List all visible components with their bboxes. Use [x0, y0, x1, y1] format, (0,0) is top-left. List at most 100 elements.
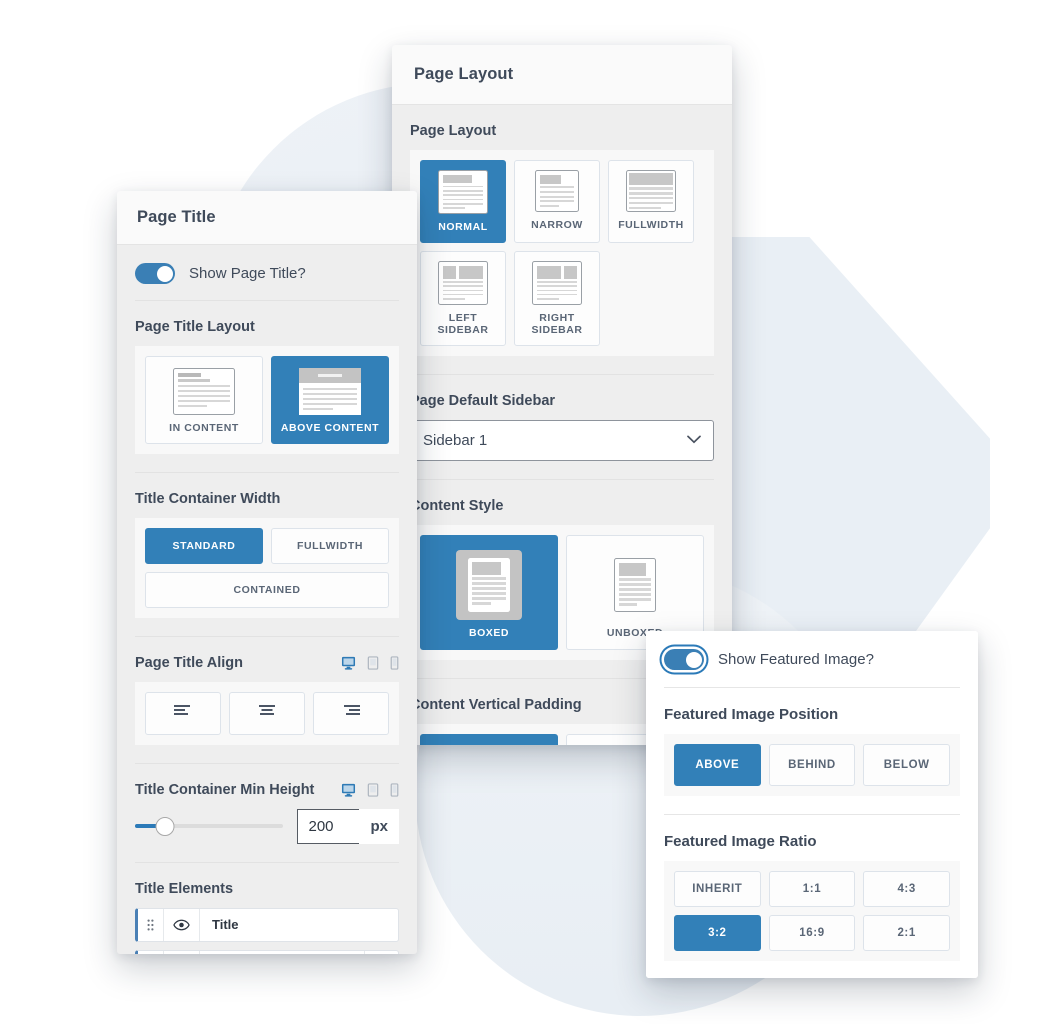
layout-option-normal-label: NORMAL — [438, 221, 488, 233]
eye-visible-icon[interactable] — [164, 908, 200, 941]
min-height-input[interactable] — [297, 808, 360, 844]
layout-option-fullwidth-label: FULLWIDTH — [618, 219, 684, 231]
page-title-panel-body: Show Page Title? Page Title Layout IN CO… — [117, 245, 417, 954]
page-title-align-group — [135, 681, 399, 745]
featured-position-behind-button[interactable]: BEHIND — [768, 744, 856, 786]
field-label-content-style: Content Style — [410, 497, 504, 514]
featured-image-position-group: ABOVE BEHIND BELOW — [664, 734, 960, 796]
title-layout-option-in-content-label: IN CONTENT — [169, 422, 239, 434]
min-height-number-box: px — [297, 808, 399, 844]
ratio-2-1-button[interactable]: 2:1 — [863, 915, 950, 951]
field-title-elements: Title Elements Title — [135, 863, 399, 954]
show-featured-image-label: Show Featured Image? — [718, 651, 874, 668]
field-label-title-container-width: Title Container Width — [135, 490, 281, 507]
mobile-icon[interactable] — [390, 782, 399, 797]
page-default-sidebar-select[interactable]: Sidebar 1 — [410, 419, 714, 461]
align-center-button[interactable] — [229, 691, 305, 735]
layout-left-sidebar-icon — [438, 260, 488, 305]
min-height-slider[interactable] — [135, 816, 284, 836]
featured-image-panel: Show Featured Image? Featured Image Posi… — [646, 631, 978, 978]
layout-option-narrow-label: NARROW — [531, 219, 583, 231]
min-height-device-switcher — [341, 782, 399, 797]
list-item[interactable]: Breadcrumb — [135, 949, 399, 954]
container-width-standard-button[interactable]: STANDARD — [145, 527, 263, 564]
mobile-icon[interactable] — [390, 655, 399, 670]
title-layout-option-in-content[interactable]: IN CONTENT — [145, 356, 263, 444]
field-page-title-layout: Page Title Layout IN CONTENT ABOVE CONTE… — [135, 301, 399, 473]
field-label-featured-image-ratio: Featured Image Ratio — [664, 833, 817, 850]
layout-option-right-sidebar[interactable]: RIGHT SIDEBAR — [514, 250, 600, 346]
align-right-icon — [341, 704, 361, 723]
layout-option-narrow[interactable]: NARROW — [514, 160, 600, 243]
align-left-button[interactable] — [145, 691, 221, 735]
tablet-icon[interactable] — [367, 782, 379, 797]
field-page-title-align: Page Title Align — [135, 637, 399, 764]
page-title-panel: Page Title Show Page Title? Page Title L… — [117, 191, 417, 954]
toggle-knob — [685, 651, 702, 668]
chevron-down-icon[interactable] — [364, 950, 398, 954]
list-item-label: Title — [212, 917, 239, 933]
list-item[interactable]: Title — [135, 907, 399, 942]
container-width-fullwidth-button[interactable]: FULLWIDTH — [271, 527, 389, 564]
page-title-layout-chooser: IN CONTENT ABOVE CONTENT — [135, 346, 399, 454]
layout-option-normal[interactable]: NORMAL — [420, 160, 506, 243]
content-style-option-boxed-label: BOXED — [468, 626, 510, 639]
field-title-container-width: Title Container Width STANDARD FULLWIDTH… — [135, 473, 399, 637]
show-featured-image-row: Show Featured Image? — [664, 631, 960, 688]
show-page-title-toggle[interactable] — [135, 263, 175, 284]
min-height-unit: px — [359, 808, 399, 844]
min-height-control-row: px — [135, 808, 399, 844]
slider-thumb[interactable] — [155, 816, 175, 836]
show-featured-image-toggle[interactable] — [664, 649, 704, 670]
featured-position-above-button[interactable]: ABOVE — [674, 744, 761, 786]
eye-hidden-icon[interactable] — [164, 950, 200, 954]
content-boxed-icon — [456, 549, 522, 620]
featured-position-below-button[interactable]: BELOW — [863, 744, 951, 786]
title-above-content-icon — [299, 368, 361, 415]
featured-image-ratio-group: INHERIT 1:1 4:3 3:2 16:9 2:1 — [664, 861, 960, 961]
align-left-icon — [173, 704, 193, 723]
page-title-align-device-switcher — [341, 655, 399, 670]
field-label-featured-image-position: Featured Image Position — [664, 706, 839, 723]
drag-handle-icon[interactable] — [138, 950, 164, 954]
layout-fullwidth-icon — [626, 170, 676, 212]
ratio-1-1-button[interactable]: 1:1 — [768, 871, 856, 907]
ratio-inherit-button[interactable]: INHERIT — [674, 871, 761, 907]
field-title-container-min-height: Title Container Min Height 200 px — [135, 764, 399, 863]
ratio-16-9-button[interactable]: 16:9 — [768, 915, 856, 951]
list-item-label: Breadcrumb — [200, 951, 364, 954]
container-width-contained-button[interactable]: CONTAINED — [145, 571, 389, 608]
layout-option-right-sidebar-label: RIGHT SIDEBAR — [531, 311, 583, 337]
show-page-title-label: Show Page Title? — [189, 265, 306, 282]
page-title-panel-title: Page Title — [137, 208, 216, 226]
field-label-title-container-min-height: Title Container Min Height — [135, 781, 315, 798]
desktop-icon[interactable] — [341, 656, 356, 670]
page-default-sidebar-select-wrap: Sidebar 1 — [410, 419, 714, 461]
field-label-title-elements: Title Elements — [135, 880, 234, 897]
layout-narrow-icon — [535, 170, 579, 212]
screenshot-stage: Page Layout Page Layout NORMAL NARROW FU… — [0, 0, 1057, 1024]
page-title-align-label-row: Page Title Align — [135, 655, 399, 671]
field-featured-image-position: Featured Image Position ABOVE BEHIND BEL… — [664, 688, 960, 815]
ratio-3-2-button[interactable]: 3:2 — [674, 915, 761, 951]
page-layout-panel-title: Page Layout — [414, 65, 514, 83]
page-layout-chooser: NORMAL NARROW FULLWIDTH LEFT SIDEBAR RIG… — [410, 150, 714, 356]
ratio-4-3-button[interactable]: 4:3 — [863, 871, 950, 907]
layout-option-left-sidebar[interactable]: LEFT SIDEBAR — [420, 250, 506, 346]
vertical-padding-enable-button[interactable]: ENABLE — [420, 734, 558, 745]
layout-option-fullwidth[interactable]: FULLWIDTH — [608, 160, 694, 243]
drag-handle-icon[interactable] — [138, 908, 164, 941]
field-label-page-title-layout: Page Title Layout — [135, 319, 255, 335]
field-featured-image-ratio: Featured Image Ratio INHERIT 1:1 4:3 3:2… — [664, 815, 960, 978]
min-height-label-row: Title Container Min Height — [135, 782, 399, 798]
title-in-content-icon — [173, 368, 235, 415]
content-unboxed-icon — [602, 550, 668, 620]
title-layout-option-above-content[interactable]: ABOVE CONTENT — [271, 356, 389, 444]
content-style-option-boxed[interactable]: BOXED — [420, 534, 558, 651]
layout-right-sidebar-icon — [532, 260, 582, 305]
field-label-page-layout: Page Layout — [410, 123, 497, 139]
tablet-icon[interactable] — [367, 655, 379, 670]
title-elements-list: Title Breadcrumb — [135, 907, 399, 954]
align-right-button[interactable] — [313, 691, 389, 735]
desktop-icon[interactable] — [341, 783, 356, 797]
